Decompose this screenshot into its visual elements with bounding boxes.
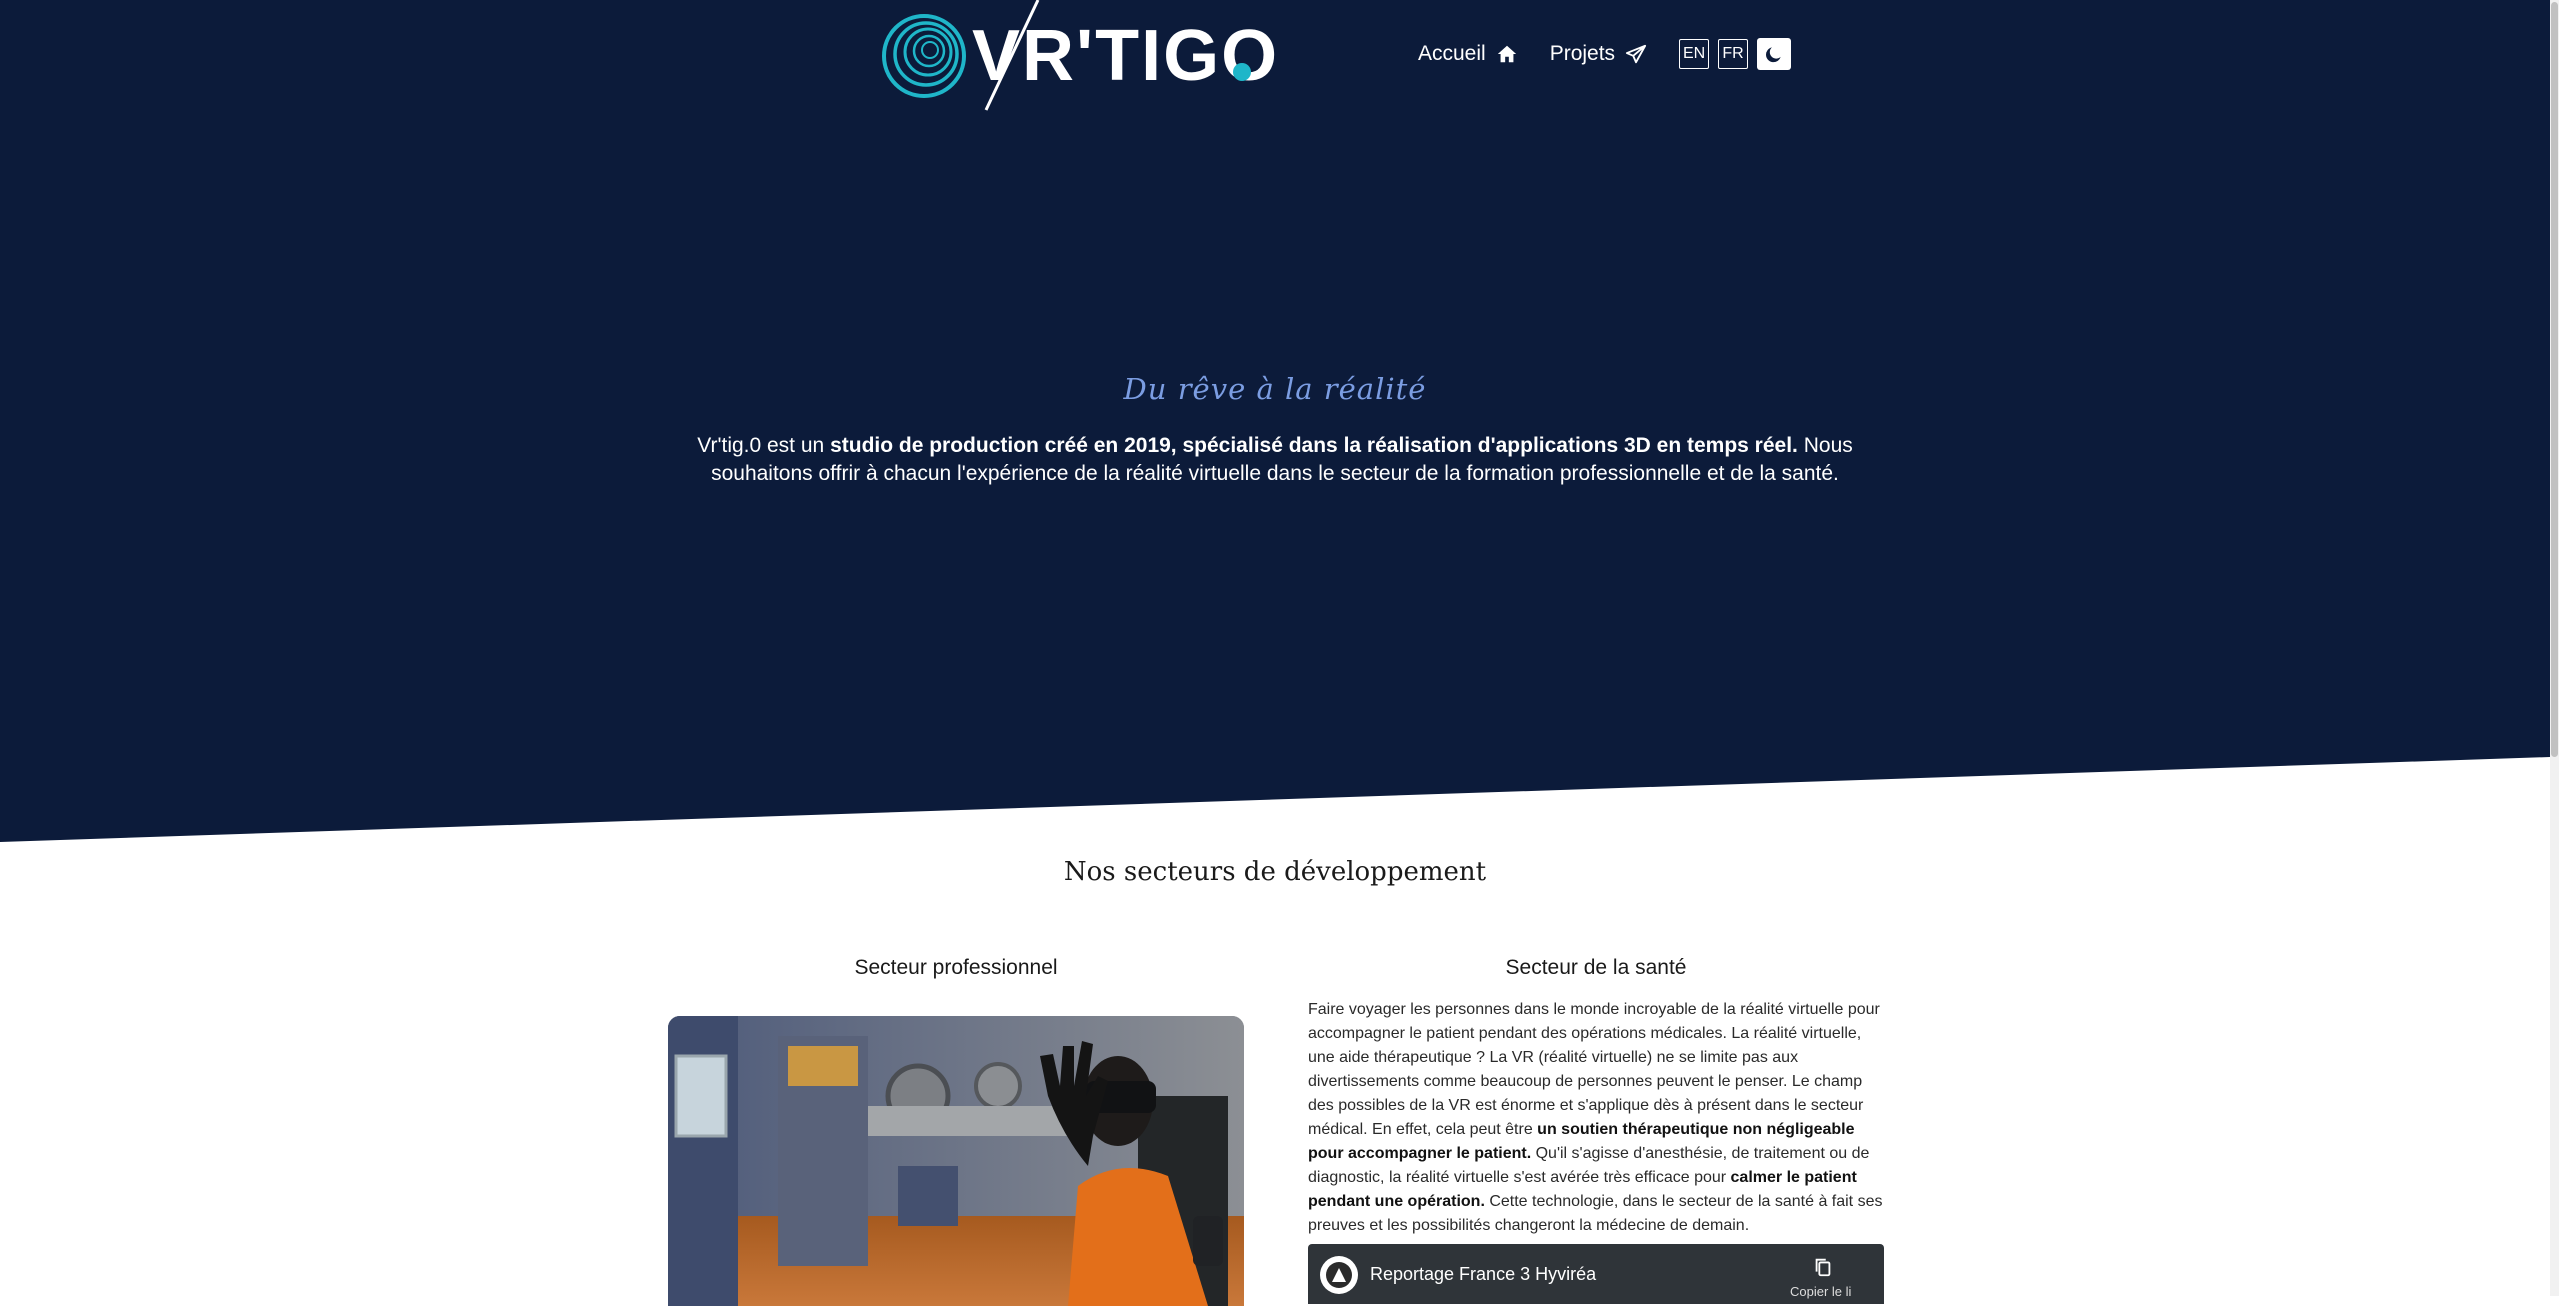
channel-avatar[interactable] xyxy=(1320,1256,1358,1294)
nav-accueil-label: Accueil xyxy=(1418,42,1486,65)
health-sector-text: Faire voyager les personnes dans le mond… xyxy=(1308,998,1884,1238)
intro-part-2-bold: studio de production créé en 2019, spéci… xyxy=(830,434,1798,457)
moon-icon xyxy=(1766,47,1781,63)
lang-fr-button[interactable]: FR xyxy=(1718,39,1749,69)
nav-projets[interactable]: Projets xyxy=(1550,42,1647,66)
professional-sector-image xyxy=(668,1016,1244,1306)
health-text-part-1: Faire voyager les personnes dans le mond… xyxy=(1308,1001,1880,1138)
health-sector-title: Secteur de la santé xyxy=(1505,956,1687,979)
nav-accueil[interactable]: Accueil xyxy=(1418,42,1518,66)
scrollbar-thumb[interactable] xyxy=(2551,2,2558,757)
lang-en-button[interactable]: EN xyxy=(1679,39,1710,69)
theme-toggle-button[interactable] xyxy=(1757,38,1792,70)
intro-part-1: Vr'tig.0 est un xyxy=(697,434,831,457)
vrtigo-logo[interactable]: VR'TIGO xyxy=(880,0,1292,112)
hero-background xyxy=(0,0,2550,842)
professional-sector-title: Secteur professionnel xyxy=(854,956,1058,979)
send-icon xyxy=(1625,44,1647,64)
hero-tagline: Du rêve à la réalité xyxy=(1123,372,1427,406)
video-embed[interactable]: Reportage France 3 Hyviréa Copier le li xyxy=(1308,1244,1884,1304)
nav-projets-label: Projets xyxy=(1549,42,1616,65)
copy-icon[interactable] xyxy=(1812,1256,1834,1278)
sectors-title: Nos secteurs de développement xyxy=(1063,857,1487,887)
copy-link-label: Copier le li xyxy=(1790,1284,1852,1299)
hero-intro: Vr'tig.0 est un studio de production cré… xyxy=(660,432,1890,488)
main-nav: Accueil Projets EN FR xyxy=(1418,38,1792,70)
home-icon xyxy=(1497,45,1516,63)
channel-logo-icon xyxy=(1326,1262,1352,1288)
video-title[interactable]: Reportage France 3 Hyviréa xyxy=(1370,1264,1596,1285)
scrollbar[interactable] xyxy=(2550,0,2559,1296)
logo-wordmark: VR'TIGO xyxy=(972,16,1279,96)
